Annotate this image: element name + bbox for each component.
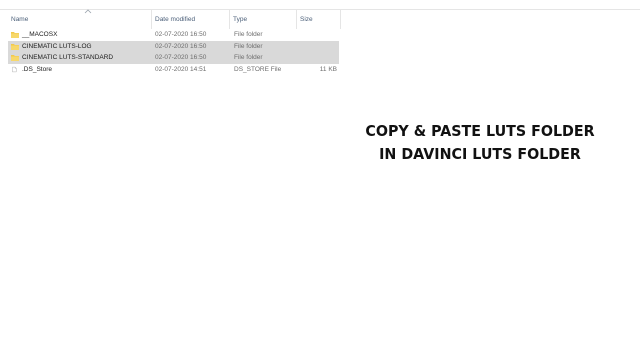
instruction-banner: COPY & PASTE LUTS FOLDER IN DAVINCI LUTS…	[351, 120, 609, 166]
file-row-cinematic-luts-log[interactable]: CINEMATIC LUTS-LOG 02-07-2020 16:50 File…	[8, 40, 339, 52]
column-header-name-label: Name	[11, 16, 29, 23]
file-list: Name Date modified Type Size __MACOSX 02…	[0, 9, 342, 76]
file-row-cinematic-luts-standard[interactable]: CINEMATIC LUTS-STANDARD 02-07-2020 16:50…	[8, 52, 339, 64]
file-name: __MACOSX	[22, 31, 58, 38]
column-header-date[interactable]: Date modified	[152, 10, 230, 29]
instruction-line-2: IN DAVINCI LUTS FOLDER	[379, 145, 581, 163]
file-name: CINEMATIC LUTS-LOG	[22, 42, 92, 50]
window-top-edge	[0, 0, 640, 10]
file-name: .DS_Store	[22, 65, 52, 73]
column-header-size-label: Size	[300, 16, 313, 23]
file-row-ds-store[interactable]: .DS_Store 02-07-2020 14:51 DS_STORE File…	[8, 64, 339, 76]
file-name: CINEMATIC LUTS-STANDARD	[22, 54, 114, 61]
file-date: 02-07-2020 16:50	[155, 42, 207, 50]
file-date: 02-07-2020 16:50	[155, 31, 207, 38]
column-header-name[interactable]: Name	[8, 9, 152, 29]
file-icon	[12, 66, 17, 72]
file-type: File folder	[234, 42, 263, 50]
file-type: File folder	[234, 31, 263, 38]
file-row-macosx[interactable]: __MACOSX 02-07-2020 16:50 File folder	[8, 29, 339, 41]
instruction-line-1: COPY & PASTE LUTS FOLDER	[365, 122, 595, 140]
file-size: 11 KB	[319, 65, 337, 73]
column-header-row: Name Date modified Type Size	[0, 9, 342, 29]
column-header-type[interactable]: Type	[230, 10, 297, 29]
column-header-date-label: Date modified	[155, 16, 196, 23]
folder-icon	[11, 43, 19, 50]
folder-icon	[11, 32, 19, 38]
sort-up-icon	[84, 9, 92, 14]
file-date: 02-07-2020 16:50	[155, 54, 207, 61]
file-type: DS_STORE File	[234, 65, 282, 73]
folder-icon	[11, 55, 19, 61]
column-header-type-label: Type	[233, 16, 248, 23]
file-date: 02-07-2020 14:51	[155, 65, 207, 73]
column-header-size[interactable]: Size	[297, 10, 341, 29]
file-type: File folder	[234, 54, 263, 61]
